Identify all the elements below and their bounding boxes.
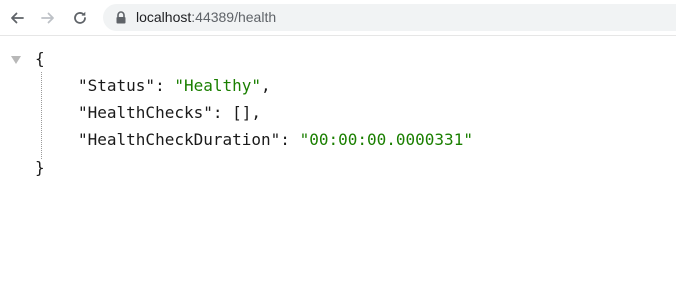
json-key: "HealthCheckDuration" xyxy=(78,130,281,149)
json-close-brace: } xyxy=(35,158,45,177)
json-separator: : xyxy=(280,130,300,149)
reload-icon xyxy=(74,11,86,24)
json-comma: , xyxy=(261,76,271,95)
url-text[interactable]: localhost:44389/health xyxy=(136,9,276,26)
json-viewer: { "Status": "Healthy", "HealthChecks": [… xyxy=(0,37,676,284)
json-separator: : xyxy=(212,103,233,122)
json-string-value: "00:00:00.0000331" xyxy=(299,130,473,149)
collapse-triangle-icon[interactable] xyxy=(11,56,21,64)
json-entry-healthcheckduration: "HealthCheckDuration": "00:00:00.0000331… xyxy=(78,130,473,150)
json-key: "HealthChecks" xyxy=(78,103,213,122)
url-host: localhost xyxy=(136,9,192,25)
back-button[interactable] xyxy=(5,6,29,30)
json-comma: , xyxy=(251,103,262,122)
address-bar[interactable]: localhost:44389/health xyxy=(103,4,676,31)
json-separator: : xyxy=(155,76,175,95)
arrow-right-icon xyxy=(41,12,54,24)
reload-button[interactable] xyxy=(68,6,92,30)
json-string-value: "Healthy" xyxy=(174,76,262,95)
url-path: :44389/health xyxy=(191,9,277,25)
json-entry-status: "Status": "Healthy", xyxy=(78,76,271,96)
json-open-brace: { xyxy=(35,49,45,68)
forward-button[interactable] xyxy=(36,6,60,30)
json-entry-healthchecks: "HealthChecks": [], xyxy=(78,103,261,123)
lock-icon[interactable] xyxy=(115,11,127,24)
json-key: "Status" xyxy=(78,76,156,95)
arrow-left-icon xyxy=(11,12,24,24)
json-indent-guide xyxy=(41,72,42,159)
browser-toolbar: localhost:44389/health xyxy=(0,0,676,36)
json-array-value: [] xyxy=(232,103,252,122)
